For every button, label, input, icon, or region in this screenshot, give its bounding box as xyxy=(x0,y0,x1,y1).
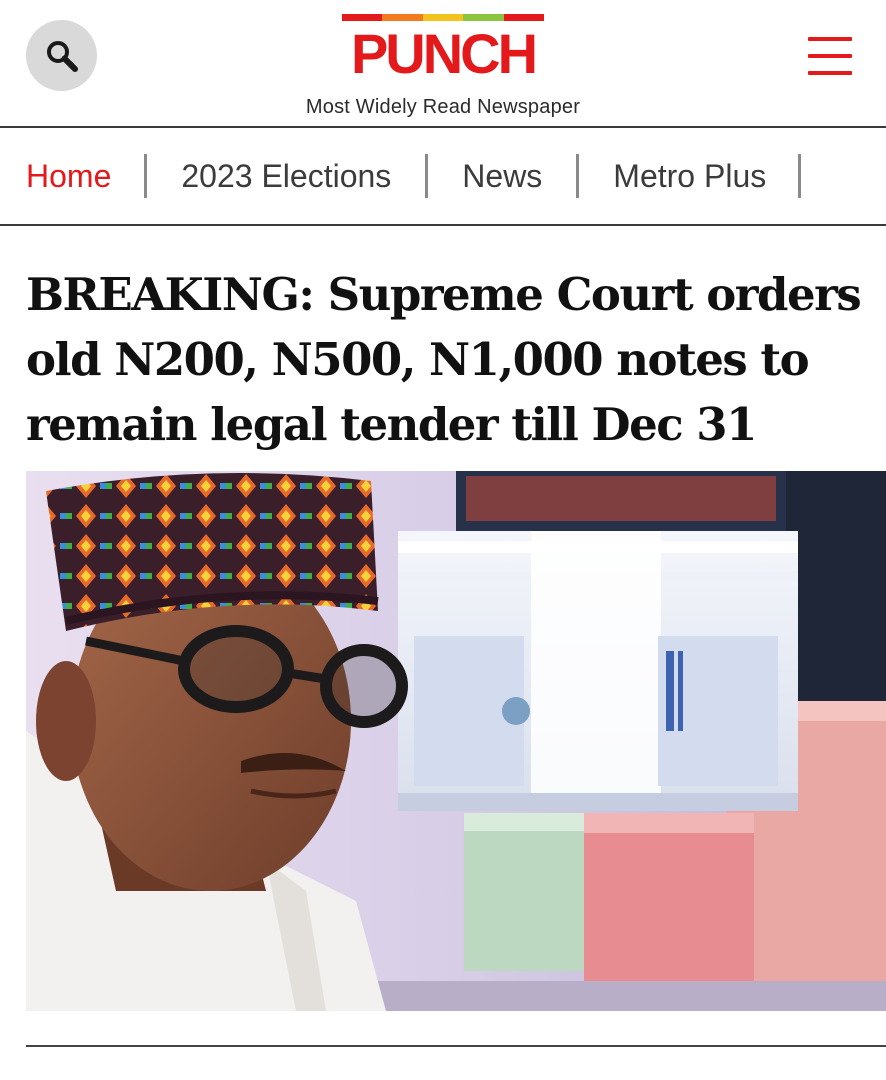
site-header: PUNCH Most Widely Read Newspaper xyxy=(0,0,886,127)
site-tagline: Most Widely Read Newspaper xyxy=(305,96,581,118)
menu-button[interactable] xyxy=(808,37,852,75)
menu-icon-line xyxy=(808,54,852,58)
article-hero-image[interactable] xyxy=(26,471,886,1011)
nav-divider xyxy=(0,224,886,226)
article-divider xyxy=(26,1045,886,1047)
nav-item-home[interactable]: Home xyxy=(26,158,111,195)
nav-separator xyxy=(144,154,148,198)
site-logo[interactable]: PUNCH Most Widely Read Newspaper xyxy=(0,8,886,119)
article-headline[interactable]: BREAKING: Supreme Court orders old N200,… xyxy=(26,262,876,457)
nav-separator xyxy=(425,154,429,198)
nav-separator xyxy=(798,154,802,198)
logo-wordmark: PUNCH xyxy=(350,22,538,85)
hero-photo xyxy=(26,471,886,1011)
menu-icon-line xyxy=(808,71,852,75)
nav-item-2023-elections[interactable]: 2023 Elections xyxy=(181,158,391,195)
nav-item-metro-plus[interactable]: Metro Plus xyxy=(613,158,766,195)
nav-separator xyxy=(576,154,580,198)
hamburger-menu-icon xyxy=(808,37,852,41)
main-nav: Home 2023 Elections News Metro Plus xyxy=(0,128,886,224)
logo-color-bar xyxy=(342,14,545,21)
nav-item-news[interactable]: News xyxy=(462,158,542,195)
